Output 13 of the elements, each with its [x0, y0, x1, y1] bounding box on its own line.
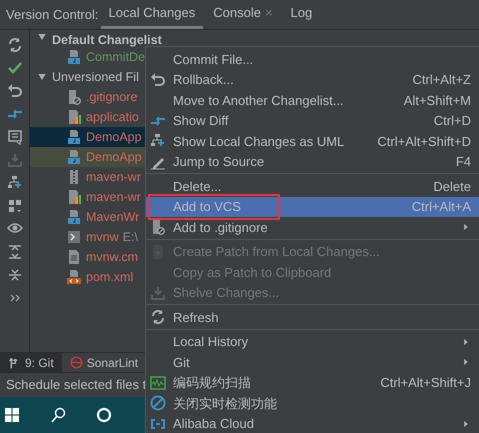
- file-name: pom.xml: [86, 268, 134, 286]
- file-name: DemoApp: [86, 148, 142, 166]
- file-name: MavenWr: [86, 208, 140, 226]
- file-name: mvnw.cm: [86, 248, 138, 266]
- file-name: maven-wr: [86, 188, 141, 206]
- file-name: CommitDe: [86, 48, 146, 66]
- file-name: maven-wr: [86, 168, 141, 186]
- file-path: E:\: [122, 228, 138, 246]
- file-name: mvnw: [86, 228, 119, 246]
- panel-title: Version Control:: [6, 6, 98, 24]
- file-name: .gitignore: [86, 88, 138, 106]
- file-name: applicatio: [86, 108, 139, 126]
- file-name: DemoApp: [86, 128, 142, 146]
